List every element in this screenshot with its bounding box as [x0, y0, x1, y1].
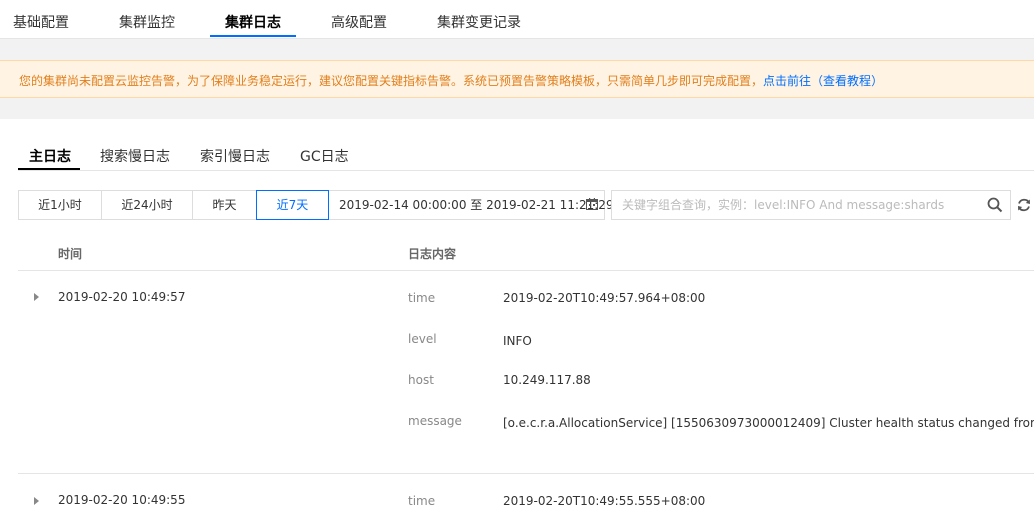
alarm-notice-banner: 您的集群尚未配置云监控告警，为了保障业务稳定运行，建议您配置关键指标告警。系统已…: [0, 60, 1034, 98]
log-row-time: 2019-02-20 10:49:57: [58, 290, 186, 304]
calendar-icon[interactable]: [586, 198, 598, 210]
tab-index-slow-log[interactable]: 索引慢日志: [200, 146, 270, 166]
tab-search-slow-log[interactable]: 搜索慢日志: [100, 146, 170, 166]
alarm-notice-message: 您的集群尚未配置云监控告警，为了保障业务稳定运行，建议您配置关键指标告警。系统已…: [19, 74, 764, 88]
tab-cluster-monitor[interactable]: 集群监控: [119, 12, 175, 32]
range-1-hour-button[interactable]: 近1小时: [18, 190, 102, 220]
field-key-host: host: [408, 373, 434, 387]
alarm-notice-text: 您的集群尚未配置云监控告警，为了保障业务稳定运行，建议您配置关键指标告警。系统已…: [19, 72, 883, 89]
keyword-search-box: [611, 190, 1011, 220]
refresh-icon[interactable]: [1016, 197, 1032, 213]
tab-basic-config[interactable]: 基础配置: [13, 12, 69, 32]
expand-row-icon[interactable]: [34, 293, 39, 301]
col-header-content: 日志内容: [408, 247, 457, 261]
keyword-search-input[interactable]: [612, 191, 972, 219]
field-value-host: 10.249.117.88: [503, 373, 591, 387]
view-tutorial-link[interactable]: 查看教程: [823, 74, 871, 88]
tab-advanced-config[interactable]: 高级配置: [331, 12, 387, 32]
tab-gc-log[interactable]: GC日志: [300, 146, 349, 166]
col-header-time: 时间: [58, 247, 83, 261]
tab-change-history[interactable]: 集群变更记录: [437, 12, 521, 32]
date-range-separator: 至: [470, 198, 483, 212]
field-key-time: time: [408, 494, 436, 508]
field-value-message: [o.e.c.r.a.AllocationService] [155063097…: [503, 416, 1034, 430]
log-table-header: 时间 日志内容: [18, 236, 1034, 271]
paren-close: ）: [871, 74, 884, 88]
date-range-picker[interactable]: 2019-02-14 00:00:00 至 2019-02-21 11:21:2…: [328, 190, 614, 220]
paren-open: （: [811, 74, 824, 88]
top-tab-bar: 基础配置 集群监控 集群日志 高级配置 集群变更记录: [0, 0, 1034, 39]
range-yesterday-button[interactable]: 昨天: [192, 190, 257, 220]
expand-row-icon[interactable]: [34, 497, 39, 505]
tab-main-log[interactable]: 主日志: [29, 146, 71, 166]
field-value-time: 2019-02-20T10:49:55.555+08:00: [503, 494, 706, 508]
range-24-hours-button[interactable]: 近24小时: [101, 190, 193, 220]
search-icon[interactable]: [987, 197, 1003, 213]
active-subtab-underline: [18, 168, 80, 170]
field-key-message: message: [408, 414, 462, 428]
row-divider: [18, 473, 1034, 474]
field-key-level: level: [408, 332, 437, 346]
active-tab-underline: [210, 35, 296, 37]
go-configure-link[interactable]: 点击前往: [763, 74, 811, 88]
field-value-time: 2019-02-20T10:49:57.964+08:00: [503, 291, 706, 305]
range-7-days-button[interactable]: 近7天: [256, 190, 329, 220]
field-value-level: INFO: [503, 334, 532, 348]
tab-cluster-log[interactable]: 集群日志: [225, 12, 281, 32]
log-type-tabs: 主日志 搜索慢日志 索引慢日志 GC日志: [18, 140, 1034, 171]
date-range-start: 2019-02-14 00:00:00: [339, 198, 467, 212]
field-key-time: time: [408, 291, 436, 305]
log-row-time: 2019-02-20 10:49:55: [58, 493, 186, 507]
